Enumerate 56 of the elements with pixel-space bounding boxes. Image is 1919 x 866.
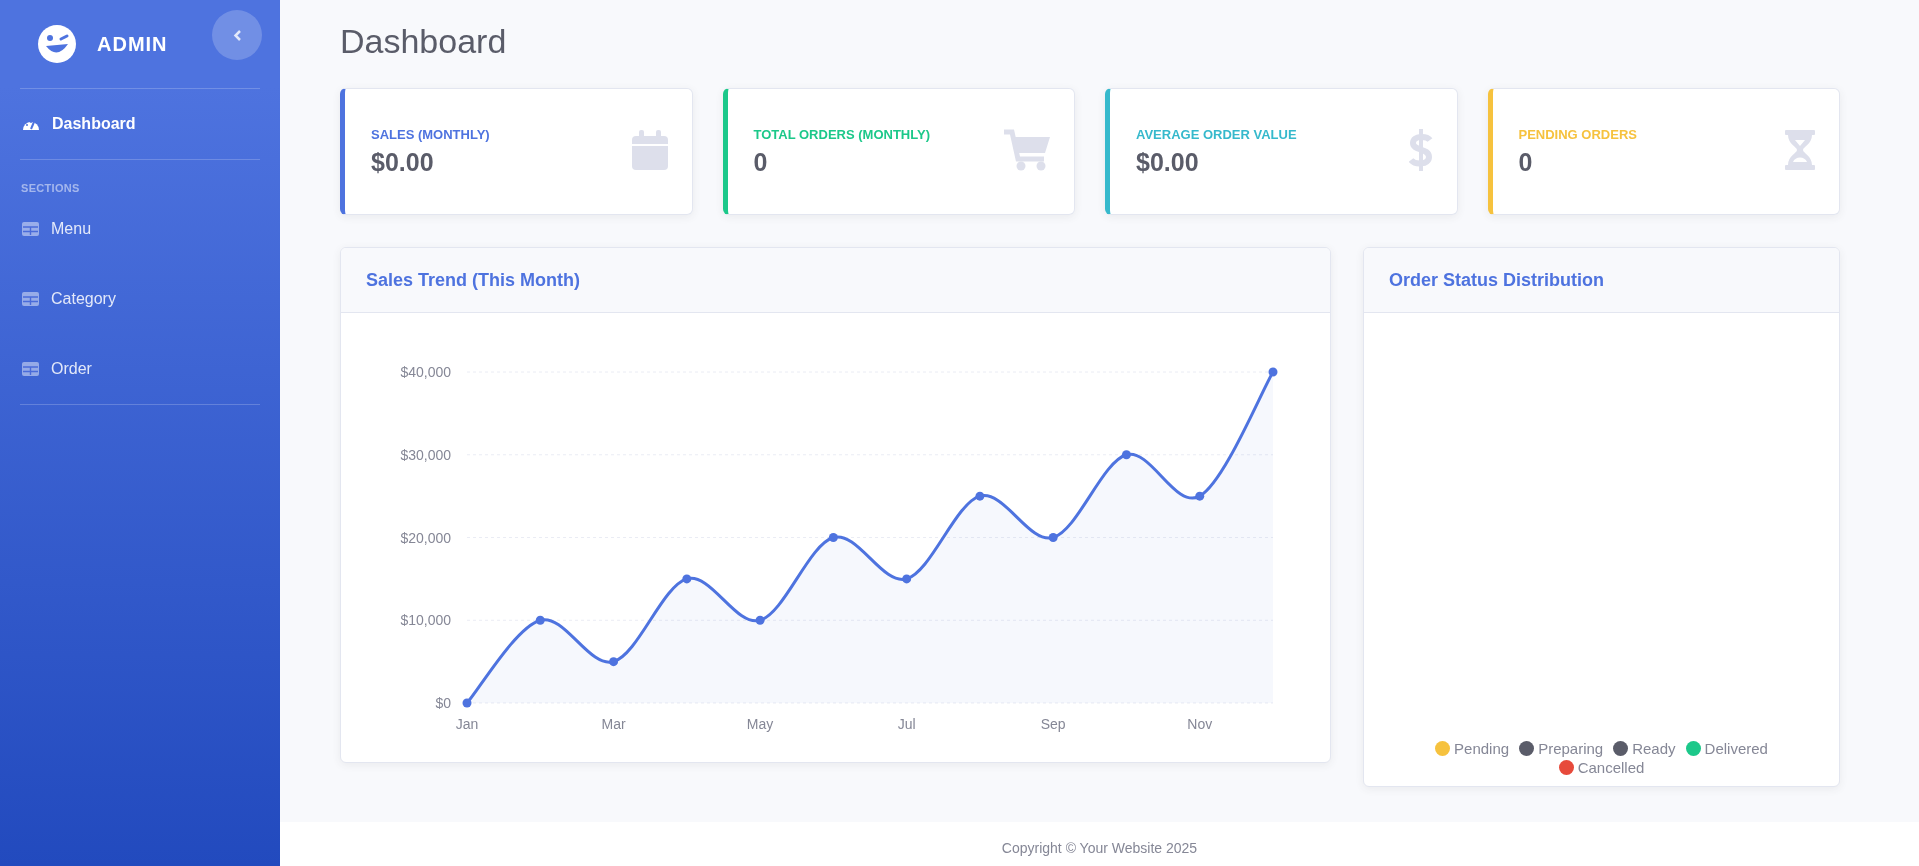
sidebar-item[interactable]: Category [20, 264, 260, 334]
stat-value: 0 [1518, 147, 1534, 177]
footer-text: Copyright © Your Website 2025 [1001, 840, 1198, 858]
sidebar-item[interactable]: Menu [20, 194, 260, 264]
legend-label[interactable]: Cancelled [1577, 759, 1645, 776]
calendar-icon [631, 129, 668, 170]
y-axis-label: $10,000 [400, 612, 451, 629]
x-axis-label: Nov [1187, 716, 1213, 732]
data-point [755, 615, 765, 625]
table-icon [22, 222, 39, 236]
y-axis-label: $40,000 [400, 364, 451, 380]
collapse-button[interactable] [212, 10, 262, 60]
data-point [1195, 491, 1205, 501]
data-point [682, 574, 692, 584]
data-point [828, 533, 838, 542]
data-point [975, 491, 985, 501]
stat-value: 0 [753, 147, 769, 177]
stat-label: TOTAL ORDERS (MONTHLY) [753, 126, 930, 142]
stat-label: SALES (MONTHLY) [371, 126, 490, 142]
x-axis-label: Sep [1040, 716, 1066, 732]
data-point [1048, 533, 1058, 542]
hourglass-icon [1785, 129, 1815, 170]
y-axis-label: $20,000 [400, 529, 451, 546]
table-icon [22, 362, 39, 376]
y-axis-label: $0 [435, 695, 451, 711]
data-point [1121, 450, 1131, 460]
data-point [1268, 367, 1278, 377]
x-axis-label: Jan [455, 716, 479, 732]
page-title: Dashboard [340, 22, 508, 61]
brand-name: ADMIN [97, 32, 168, 56]
legend-label[interactable]: Ready [1632, 740, 1676, 757]
legend-label[interactable]: Pending [1454, 740, 1510, 757]
panel-title: Sales Trend (This Month) [366, 269, 580, 291]
data-point [902, 574, 912, 584]
panel-title: Order Status Distribution [1389, 269, 1604, 291]
x-axis-label: May [746, 716, 774, 732]
winking-face-icon [37, 24, 77, 64]
cart-icon [1004, 128, 1050, 171]
stat-label: PENDING ORDERS [1518, 126, 1637, 142]
stat-label: AVERAGE ORDER VALUE [1136, 126, 1297, 142]
legend-label[interactable]: Preparing [1538, 740, 1604, 757]
table-icon [22, 292, 39, 306]
data-point [462, 698, 472, 708]
dollar-icon [1408, 128, 1433, 171]
section-heading: SECTIONS [20, 181, 81, 194]
stat-value: $0.00 [1136, 147, 1200, 177]
chevron-left-icon [232, 28, 242, 42]
sidebar-item[interactable]: Order [20, 334, 260, 404]
stat-value: $0.00 [371, 147, 435, 177]
y-axis-label: $30,000 [400, 446, 451, 463]
data-point [535, 615, 545, 625]
x-axis-label: Jul [897, 716, 916, 732]
sidebar-item[interactable]: Dashboard [20, 89, 260, 159]
x-axis-label: Mar [601, 716, 626, 732]
legend-label[interactable]: Delivered [1704, 740, 1768, 757]
data-point [609, 657, 619, 667]
